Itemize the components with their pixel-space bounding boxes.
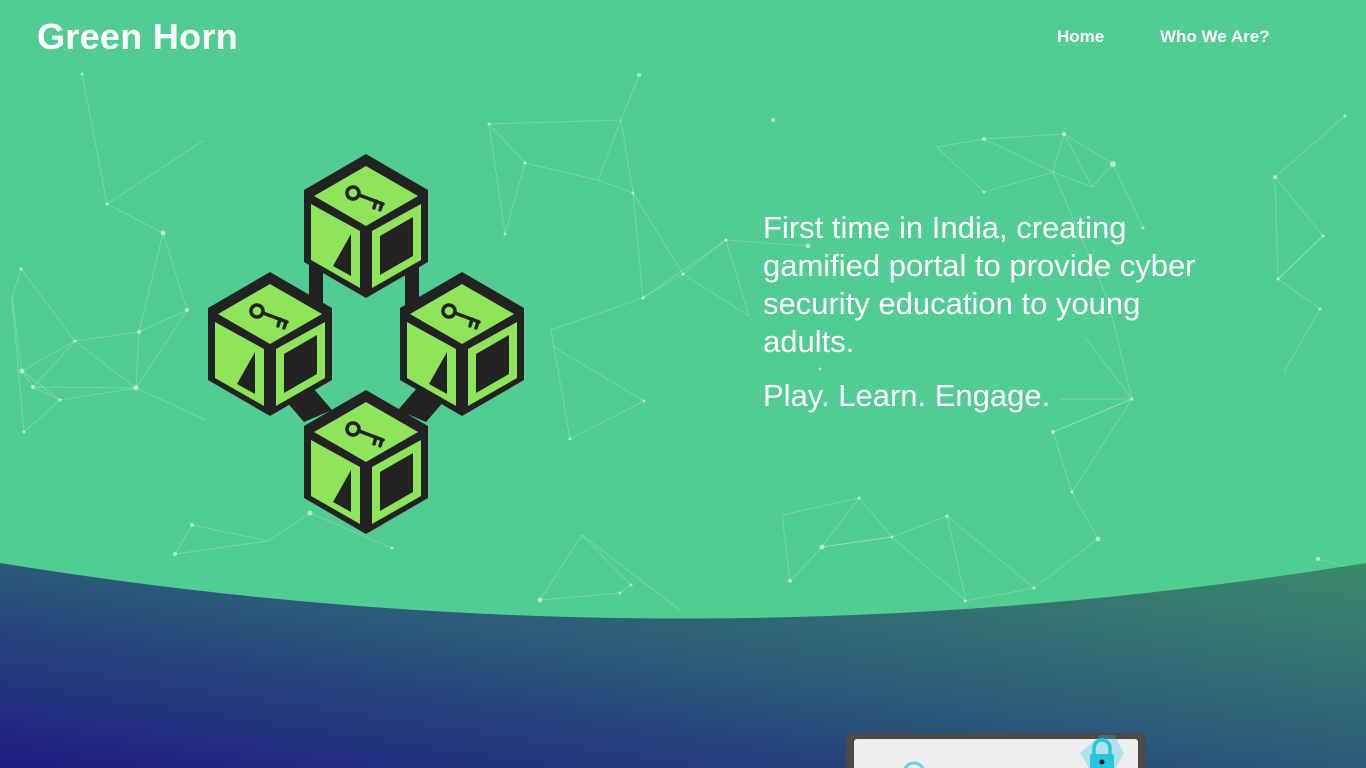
wave-section-divider [0, 563, 1366, 768]
hero-tagline: First time in India, creating gamified p… [763, 210, 1196, 359]
hero-motto: Play. Learn. Engage. [763, 378, 1051, 413]
hero-section: Green Horn Home Who We Are? First time i… [0, 0, 1366, 768]
blockchain-cubes-key-icon [206, 152, 526, 536]
brand-logo-text[interactable]: Green Horn [37, 15, 238, 59]
laptop-lock-illustration [846, 733, 1146, 768]
navbar: Green Horn Home Who We Are? [0, 0, 1366, 74]
nav-link-home[interactable]: Home [1057, 27, 1104, 47]
nav-link-who-we-are[interactable]: Who We Are? [1160, 27, 1270, 47]
